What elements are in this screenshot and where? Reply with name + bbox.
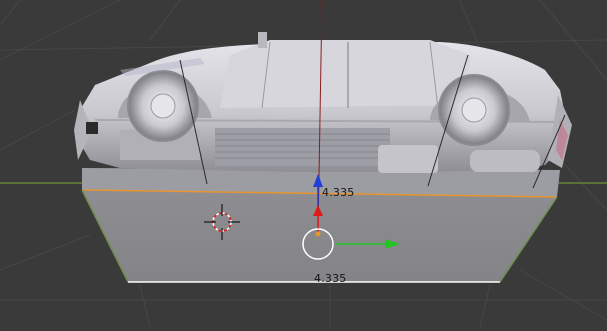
3d-viewport[interactable]: 4.335 4.335 <box>0 0 607 328</box>
bottom-edge-length-label: 4.335 <box>314 272 347 285</box>
viewport-canvas[interactable] <box>0 0 607 328</box>
car-model[interactable] <box>74 32 572 173</box>
top-edge-length-label: 4.335 <box>322 186 355 199</box>
